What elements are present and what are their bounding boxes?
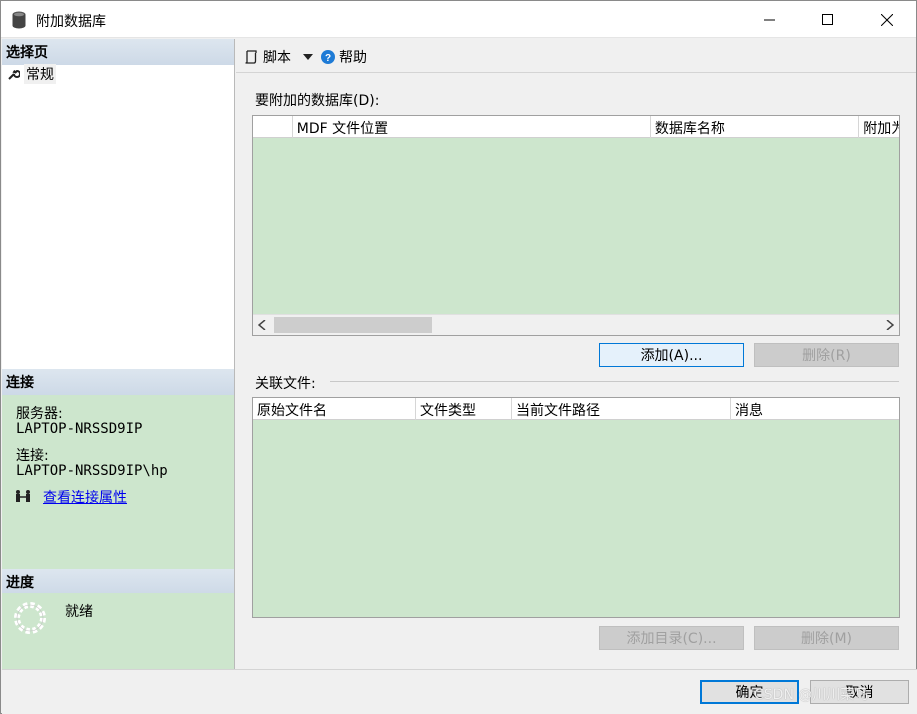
- related-files-separator: [330, 381, 899, 382]
- attach-database-window: 附加数据库 选择页 常规 连接 服务器: LAPTOP-NRSSD9IP 连接:…: [0, 0, 917, 714]
- column-header-select[interactable]: [253, 116, 293, 138]
- help-icon: ?: [321, 50, 335, 64]
- remove-database-button[interactable]: 删除(R): [754, 343, 899, 367]
- left-panel: 选择页 常规 连接 服务器: LAPTOP-NRSSD9IP 连接: LAPTO…: [2, 39, 235, 669]
- nav-item-label: 常规: [24, 64, 56, 84]
- view-connection-properties-link[interactable]: 查看连接属性: [43, 487, 127, 507]
- connection-label: 连接:: [16, 448, 49, 464]
- remove-file-button[interactable]: 删除(M): [754, 626, 899, 650]
- column-header-current-path[interactable]: 当前文件路径: [512, 398, 731, 420]
- server-label: 服务器:: [16, 406, 63, 422]
- scroll-right-icon[interactable]: [886, 320, 894, 330]
- attach-grid-header: MDF 文件位置 数据库名称 附加为: [253, 116, 899, 138]
- related-files-grid[interactable]: 原始文件名 文件类型 当前文件路径 消息: [252, 397, 900, 618]
- connection-value: LAPTOP-NRSSD9IP\hp: [16, 463, 168, 479]
- connection-section: 服务器: LAPTOP-NRSSD9IP 连接: LAPTOP-NRSSD9IP…: [2, 395, 234, 569]
- window-title: 附加数据库: [36, 14, 106, 30]
- maximize-button[interactable]: [799, 1, 857, 38]
- dropdown-arrow-icon: [303, 54, 313, 60]
- minimize-icon: [764, 19, 775, 20]
- add-button[interactable]: 添加(A)...: [599, 343, 744, 367]
- help-button[interactable]: ? 帮助: [321, 47, 367, 67]
- connection-properties-icon: [16, 490, 30, 502]
- column-header-message[interactable]: 消息: [731, 398, 899, 420]
- svg-text:?: ?: [325, 53, 331, 64]
- progress-header: 进度: [2, 569, 234, 595]
- progress-section: 就绪: [2, 593, 234, 669]
- help-label: 帮助: [339, 50, 367, 66]
- close-button[interactable]: [858, 1, 916, 38]
- related-files-label: 关联文件:: [255, 376, 316, 392]
- toolbar: 脚本 ? 帮助: [236, 39, 916, 73]
- column-header-database-name[interactable]: 数据库名称: [651, 116, 860, 138]
- nav-item-general[interactable]: 常规: [8, 64, 56, 84]
- horizontal-scrollbar[interactable]: [253, 314, 899, 335]
- title-bar: 附加数据库: [1, 1, 916, 38]
- scroll-left-icon[interactable]: [258, 320, 266, 330]
- progress-spinner-icon: [14, 602, 46, 634]
- database-icon: [12, 11, 26, 29]
- watermark: CSDN @川川菜鸟: [754, 687, 869, 703]
- select-page-header: 选择页: [2, 39, 234, 65]
- column-header-attach-as[interactable]: 附加为: [859, 116, 899, 138]
- dialog-footer: 确定 取消 CSDN @川川菜鸟: [2, 669, 917, 714]
- related-grid-header: 原始文件名 文件类型 当前文件路径 消息: [253, 398, 899, 420]
- script-label: 脚本: [263, 50, 291, 66]
- maximize-icon: [822, 13, 833, 25]
- attach-databases-grid[interactable]: MDF 文件位置 数据库名称 附加为: [252, 115, 900, 336]
- column-header-file-type[interactable]: 文件类型: [416, 398, 512, 420]
- column-header-mdf-location[interactable]: MDF 文件位置: [293, 116, 651, 138]
- wrench-icon: [8, 69, 20, 80]
- connection-header: 连接: [2, 369, 234, 395]
- minimize-button[interactable]: [741, 1, 799, 38]
- column-header-original-filename[interactable]: 原始文件名: [253, 398, 416, 420]
- script-icon: [245, 50, 257, 64]
- attach-databases-label: 要附加的数据库(D):: [255, 93, 380, 109]
- script-menu-button[interactable]: 脚本: [244, 47, 313, 67]
- close-icon: [881, 13, 893, 26]
- add-catalog-button[interactable]: 添加目录(C)...: [599, 626, 744, 650]
- scrollbar-thumb[interactable]: [274, 317, 432, 333]
- progress-status: 就绪: [65, 604, 93, 620]
- server-value: LAPTOP-NRSSD9IP: [16, 421, 143, 437]
